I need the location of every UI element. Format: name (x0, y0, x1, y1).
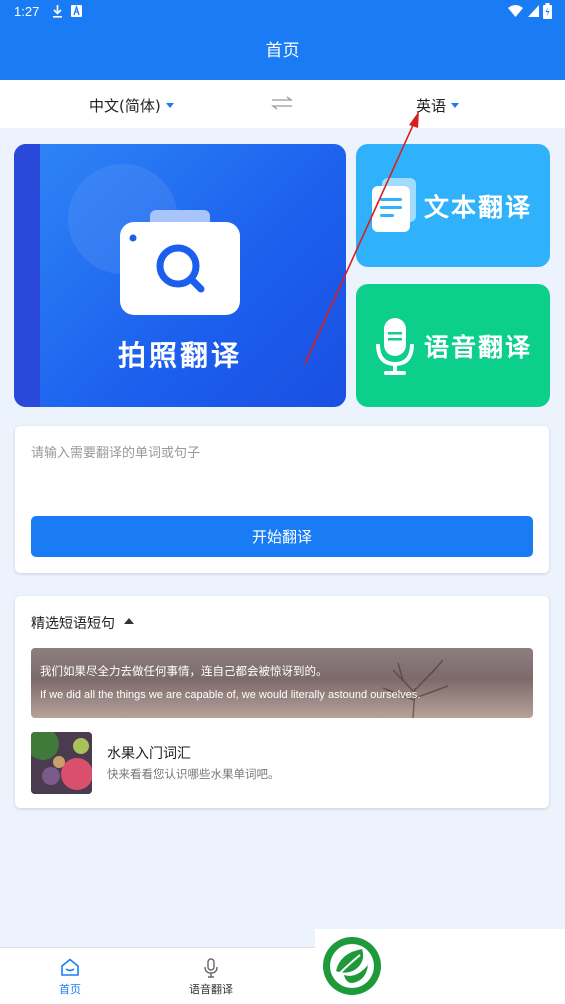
microphone-icon (204, 958, 218, 978)
nav-voice-translate[interactable]: 语音翻译 (141, 948, 281, 1004)
leaf-logo-icon (323, 937, 381, 995)
annotation-arrow (304, 111, 419, 365)
nav-home[interactable]: 首页 (0, 948, 140, 1004)
nav-voice-label: 语音翻译 (189, 983, 233, 996)
watermark-logo-box (315, 929, 565, 1004)
home-icon (61, 958, 79, 976)
nav-home-label: 首页 (59, 983, 81, 996)
